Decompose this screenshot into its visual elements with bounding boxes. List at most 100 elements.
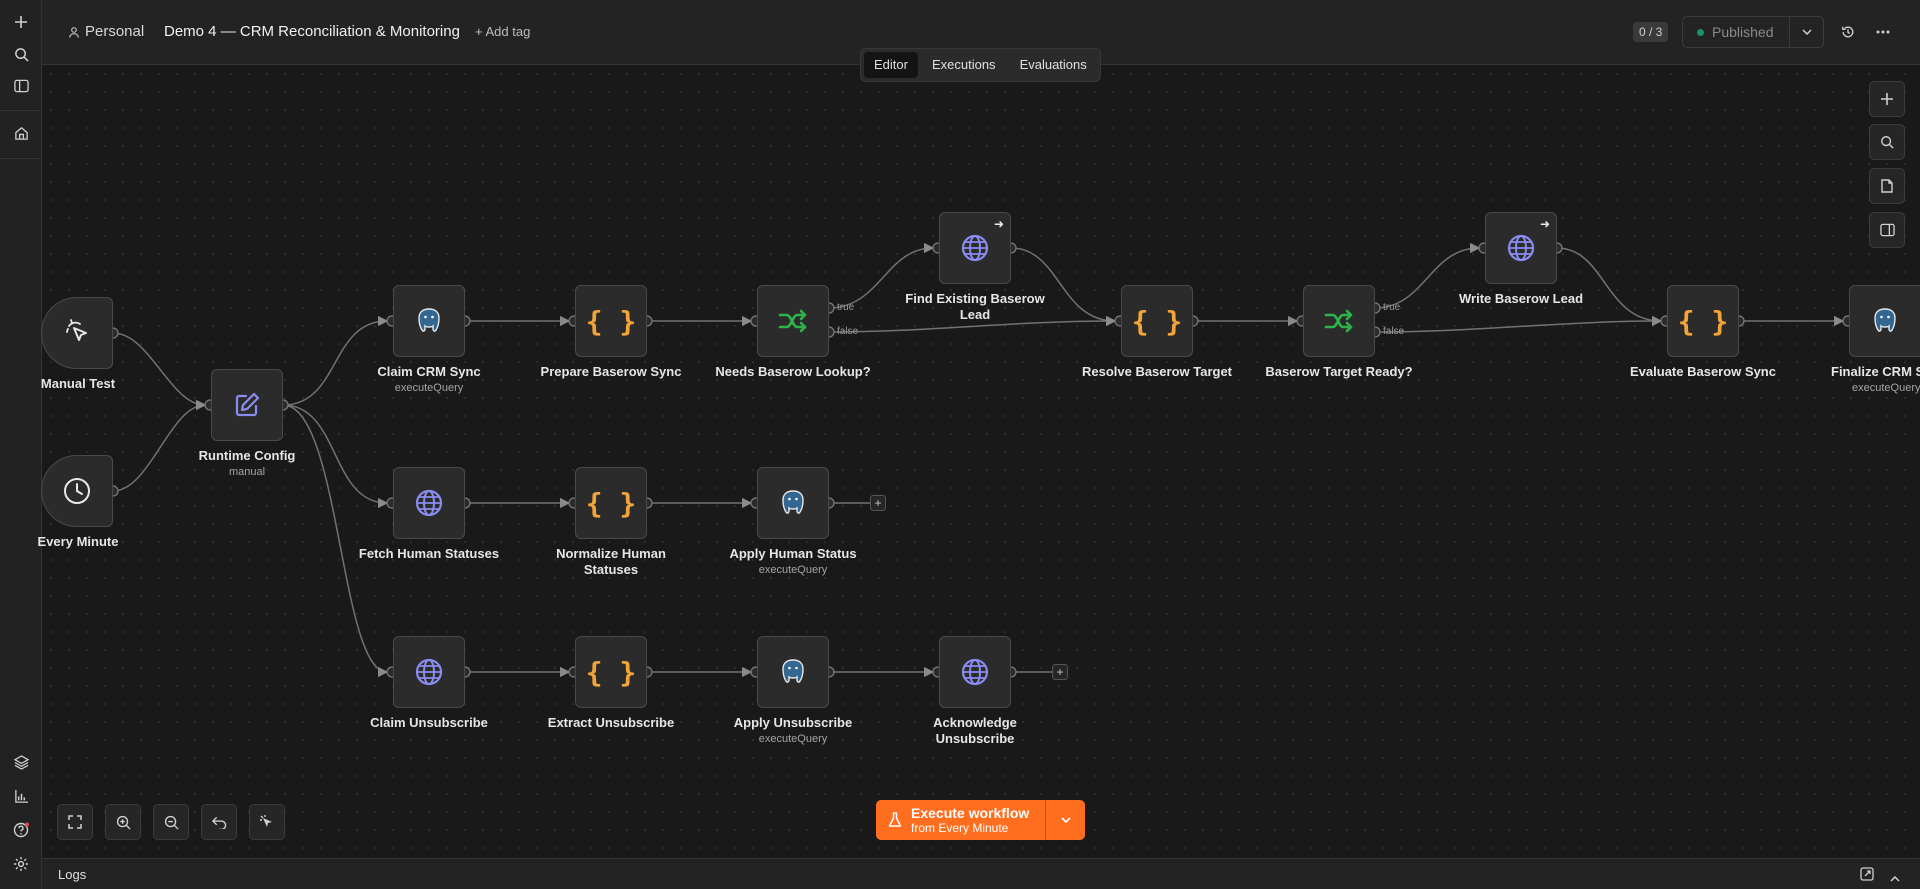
true-port-label: true xyxy=(1383,302,1401,313)
templates-icon[interactable] xyxy=(9,750,33,774)
zoom-in-button[interactable] xyxy=(105,804,141,840)
globe-icon xyxy=(961,234,989,262)
tab-editor[interactable]: Editor xyxy=(864,52,918,78)
node-prepare-baserow-sync[interactable]: { } xyxy=(575,285,647,357)
project-breadcrumb[interactable]: Personal xyxy=(68,23,144,40)
code-icon: { } xyxy=(1677,304,1729,338)
chevron-up-icon[interactable] xyxy=(1890,869,1900,887)
execute-trigger-menu-button[interactable] xyxy=(1045,800,1085,840)
node-label: Normalize Human Statuses xyxy=(556,546,666,577)
workflow-title[interactable]: Demo 4 — CRM Reconciliation & Monitoring xyxy=(164,23,460,40)
arrow-right-icon[interactable]: ➜ xyxy=(1538,217,1552,231)
cursor-click-icon xyxy=(66,319,87,341)
add-node-button[interactable]: + xyxy=(870,495,886,511)
settings-gear-icon[interactable] xyxy=(9,852,33,876)
undo-icon xyxy=(211,816,226,829)
node-runtime-config[interactable] xyxy=(211,369,283,441)
globe-icon xyxy=(1507,234,1535,262)
execute-group: Execute workflow from Every Minute xyxy=(876,800,1085,840)
code-icon: { } xyxy=(585,486,637,520)
code-icon: { } xyxy=(585,304,637,338)
if-icon xyxy=(778,309,807,333)
help-icon[interactable] xyxy=(9,818,33,842)
node-label: Fetch Human Statuses xyxy=(358,546,500,561)
history-icon[interactable] xyxy=(1838,22,1858,42)
node-acknowledge-unsubscribe[interactable] xyxy=(939,636,1011,708)
node-needs-baserow-lookup[interactable] xyxy=(757,285,829,357)
tab-evaluations[interactable]: Evaluations xyxy=(1010,52,1097,78)
node-finalize-crm-sync[interactable] xyxy=(1849,285,1920,357)
if-icon xyxy=(1324,309,1353,333)
insights-icon[interactable] xyxy=(9,784,33,808)
tidy-up-button[interactable] xyxy=(249,804,285,840)
execute-workflow-button[interactable]: Execute workflow from Every Minute xyxy=(876,800,1045,840)
more-options-icon[interactable] xyxy=(1873,22,1893,42)
plus-icon[interactable] xyxy=(9,10,33,34)
node-every-minute[interactable] xyxy=(41,455,113,527)
postgres-icon xyxy=(1874,308,1896,332)
code-icon: { } xyxy=(585,655,637,689)
chevron-down-icon xyxy=(1801,29,1812,35)
node-label: Claim Unsubscribe xyxy=(370,715,488,730)
node-subtitle: manual xyxy=(228,466,266,478)
panel-right-icon xyxy=(1879,223,1895,237)
logs-label: Logs xyxy=(58,867,87,882)
node-label: Manual Test xyxy=(40,376,116,391)
project-name: Personal xyxy=(85,23,145,40)
tab-executions[interactable]: Executions xyxy=(922,52,1006,78)
zoom-out-icon xyxy=(164,815,179,830)
node-resolve-baserow-target[interactable]: { } xyxy=(1121,285,1193,357)
side-panel-button[interactable] xyxy=(1869,212,1905,248)
status-dot-icon xyxy=(1697,28,1704,36)
add-node-button[interactable]: + xyxy=(1052,664,1068,680)
node-label: Runtime Config xyxy=(198,448,296,463)
published-button[interactable]: Published xyxy=(1683,17,1790,47)
user-icon xyxy=(68,26,80,38)
node-baserow-target-ready[interactable] xyxy=(1303,285,1375,357)
zoom-out-button[interactable] xyxy=(153,804,189,840)
node-apply-unsubscribe[interactable] xyxy=(757,636,829,708)
node-subtitle: executeQuery xyxy=(394,382,464,394)
node-label: Apply Unsubscribe xyxy=(733,715,853,730)
undo-button[interactable] xyxy=(201,804,237,840)
sidebar-toggle-icon[interactable] xyxy=(9,74,33,98)
globe-icon xyxy=(961,658,989,686)
publish-menu-button[interactable] xyxy=(1790,17,1823,47)
zoom-in-icon xyxy=(116,815,131,830)
node-label: Acknowledge Unsubscribe xyxy=(933,715,1017,746)
add-node-panel-button[interactable] xyxy=(1869,81,1905,117)
pop-out-icon[interactable] xyxy=(1860,867,1874,886)
true-port-label: true xyxy=(837,302,855,313)
search-nodes-button[interactable] xyxy=(1869,124,1905,160)
home-icon[interactable] xyxy=(9,121,33,145)
chevron-down-icon xyxy=(1060,817,1071,823)
node-evaluate-baserow-sync[interactable]: { } xyxy=(1667,285,1739,357)
false-port-label: false xyxy=(837,326,859,337)
search-icon[interactable] xyxy=(9,42,33,66)
node-claim-unsubscribe[interactable] xyxy=(393,636,465,708)
clock-icon xyxy=(64,478,90,504)
node-label: Find Existing Baserow Lead xyxy=(905,291,1045,322)
node-normalize-human-statuses[interactable]: { } xyxy=(575,467,647,539)
node-label: Extract Unsubscribe xyxy=(547,715,675,730)
logs-bar[interactable]: Logs xyxy=(42,858,1920,889)
node-label: Needs Baserow Lookup? xyxy=(715,364,871,379)
active-count-badge: 0 / 3 xyxy=(1633,22,1669,42)
node-label: Claim CRM Sync xyxy=(377,364,481,379)
fit-view-icon xyxy=(68,815,82,829)
node-fetch-human-statuses[interactable] xyxy=(393,467,465,539)
add-tag-button[interactable]: + Add tag xyxy=(475,24,530,39)
node-label: Baserow Target Ready? xyxy=(1265,364,1413,379)
sticky-note-button[interactable] xyxy=(1869,168,1905,204)
node-extract-unsubscribe[interactable]: { } xyxy=(575,636,647,708)
execute-sublabel: from Every Minute xyxy=(911,821,1009,835)
node-claim-crm-sync[interactable] xyxy=(393,285,465,357)
node-label: Resolve Baserow Target xyxy=(1081,364,1233,379)
node-manual-test[interactable] xyxy=(41,297,113,369)
false-port-label: false xyxy=(1383,326,1405,337)
fit-view-button[interactable] xyxy=(57,804,93,840)
node-label: Every Minute xyxy=(37,534,119,549)
postgres-icon xyxy=(418,308,440,332)
node-apply-human-status[interactable] xyxy=(757,467,829,539)
arrow-right-icon[interactable]: ➜ xyxy=(992,217,1006,231)
